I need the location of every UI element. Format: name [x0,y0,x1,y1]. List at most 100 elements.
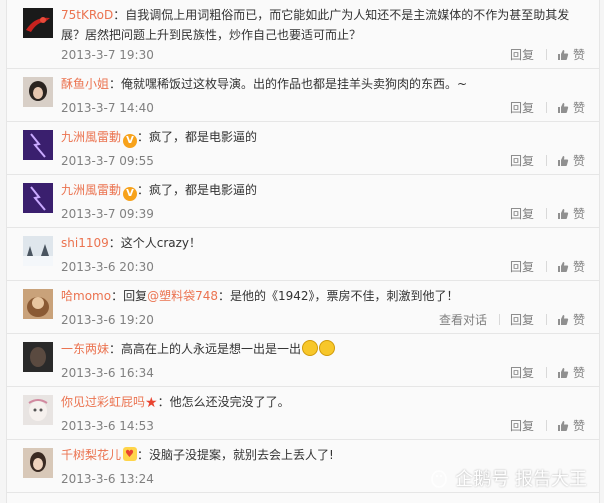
comment-item: 酥鱼小姐：俺就嘿稀饭过这枚导演。出的作品也都是挂羊头卖狗肉的东西。~ 2013-… [7,69,599,122]
avatar[interactable] [23,8,53,38]
username-link[interactable]: 九洲風雷動 [61,183,121,197]
comment-text: ：疯了，都是电影逼的 [137,183,258,197]
reply-button[interactable]: 回复 [510,311,534,328]
comment-time: 2013-3-6 20:30 [61,260,154,274]
comment-actions: 回复 赞 [496,364,585,381]
comment-time: 2013-3-6 14:53 [61,419,154,433]
comment-time: 2013-3-6 13:24 [61,472,154,486]
username-link[interactable]: 75tKRoD [61,8,113,22]
like-button[interactable]: 赞 [557,417,585,434]
username-link[interactable]: 一东两妹 [61,342,109,356]
comment-item: 你见过彩虹屁吗★：他怎么还没完没了了。 2013-3-6 14:53 回复 赞 [7,387,599,440]
avatar[interactable] [23,342,53,372]
comment-content: 千树梨花儿 ：没脑子没提案，就别去会上丢人了! [61,445,585,465]
like-label: 赞 [572,260,585,274]
comment-text: ：他怎么还没完没了了。 [157,395,290,409]
like-button[interactable]: 赞 [557,364,585,381]
comment-text: ：高高在上的人永远是想一出是一出 [109,342,302,356]
comment-actions: 回复 赞 [496,205,585,222]
thumbs-up-icon [557,208,569,219]
avatar[interactable] [23,77,53,107]
comment-item: 一东两妹：高高在上的人永远是想一出是一出 2013-3-6 16:34 回复 赞 [7,334,599,387]
reply-button[interactable]: 回复 [510,46,534,63]
avatar[interactable] [23,289,53,319]
reply-button[interactable]: 回复 [510,99,534,116]
comment-text: ：是他的《1942》，票房不佳，刺激到他了！ [218,289,459,303]
divider [545,155,547,166]
username-link[interactable]: shi1109 [61,236,109,250]
like-button[interactable]: 赞 [557,205,585,222]
thumbs-up-icon [557,420,569,431]
avatar[interactable] [23,395,53,425]
watermark: 企鹅号 报告大王 [429,465,587,491]
reply-button[interactable]: 回复 [510,417,534,434]
comment-time: 2013-3-7 09:55 [61,154,154,168]
avatar[interactable] [23,448,53,478]
comment-content: 75tKRoD：自我调侃上用词粗俗而已，而它能如此广为人知还不是主流媒体的不作为… [61,5,585,45]
star-badge-icon: ★ [145,395,158,411]
comment-actions: 回复 赞 [496,258,585,275]
comment-time: 2013-3-7 19:30 [61,48,154,62]
username-link[interactable]: 你见过彩虹屁吗 [61,395,145,409]
thumbs-up-icon [557,49,569,60]
reply-button[interactable]: 回复 [510,258,534,275]
divider [545,102,547,113]
divider [545,367,547,378]
username-link[interactable]: 千树梨花儿 [61,448,121,462]
comment-text: ：俺就嘿稀饭过这枚导演。出的作品也都是挂羊头卖狗肉的东西。~ [109,77,468,91]
mention-link[interactable]: @塑料袋748 [147,289,218,303]
comment-item: 75tKRoD：自我调侃上用词粗俗而已，而它能如此广为人知还不是主流媒体的不作为… [7,0,599,69]
verified-badge-icon: V [123,134,138,148]
thumbs-up-icon [557,261,569,272]
penguin-logo-icon [431,470,448,488]
comment-time: 2013-3-7 09:39 [61,207,154,221]
comment-actions: 回复 赞 [496,99,585,116]
divider [498,314,500,325]
comment-text: ：这个人crazy！ [108,236,202,250]
avatar[interactable] [23,236,53,266]
like-label: 赞 [572,366,585,380]
like-button[interactable]: 赞 [557,99,585,116]
reply-button[interactable]: 回复 [510,205,534,222]
like-label: 赞 [572,419,585,433]
like-button[interactable]: 赞 [557,258,585,275]
divider [545,314,547,325]
comment-content: 一东两妹：高高在上的人永远是想一出是一出 [61,339,585,359]
username-link[interactable]: 酥鱼小姐 [61,77,109,91]
comment-time: 2013-3-6 19:20 [61,313,154,327]
comment-time: 2013-3-6 16:34 [61,366,154,380]
like-label: 赞 [572,101,585,115]
smile-emoji-icon [319,340,336,356]
reply-button[interactable]: 回复 [510,364,534,381]
like-button[interactable]: 赞 [557,46,585,63]
comment-item: 哈momo：回复@塑料袋748：是他的《1942》，票房不佳，刺激到他了！ 20… [7,281,599,334]
comment-content: 九洲風雷動 V ：疯了，都是电影逼的 [61,127,585,148]
comment-time: 2013-3-7 14:40 [61,101,154,115]
like-button[interactable]: 赞 [557,152,585,169]
username-link[interactable]: 哈momo [61,289,111,303]
view-conversation-link[interactable]: 查看对话 [439,311,487,328]
comment-content: 你见过彩虹屁吗★：他怎么还没完没了了。 [61,392,585,413]
like-label: 赞 [572,313,585,327]
username-link[interactable]: 九洲風雷動 [61,130,121,144]
level-badge-icon [123,445,138,465]
avatar[interactable] [23,130,53,160]
comment-actions: 回复 赞 [496,152,585,169]
comment-text: ：疯了，都是电影逼的 [137,130,258,144]
verified-badge-icon: V [123,187,138,201]
comment-content: 九洲風雷動 V ：疯了，都是电影逼的 [61,180,585,201]
comment-list: 75tKRoD：自我调侃上用词粗俗而已，而它能如此广为人知还不是主流媒体的不作为… [6,0,600,503]
like-label: 赞 [572,48,585,62]
comment-content: 酥鱼小姐：俺就嘿稀饭过这枚导演。出的作品也都是挂羊头卖狗肉的东西。~ [61,74,585,94]
comment-actions: 回复 赞 [496,46,585,63]
like-label: 赞 [572,154,585,168]
watermark-text: 企鹅号 报告大王 [455,469,587,490]
avatar[interactable] [23,183,53,213]
comment-actions: 查看对话 回复 赞 [425,311,585,328]
comment-text-prefix: ：回复 [111,289,148,303]
like-button[interactable]: 赞 [557,311,585,328]
divider [545,208,547,219]
like-label: 赞 [572,207,585,221]
reply-button[interactable]: 回复 [510,152,534,169]
thumbs-up-icon [557,155,569,166]
